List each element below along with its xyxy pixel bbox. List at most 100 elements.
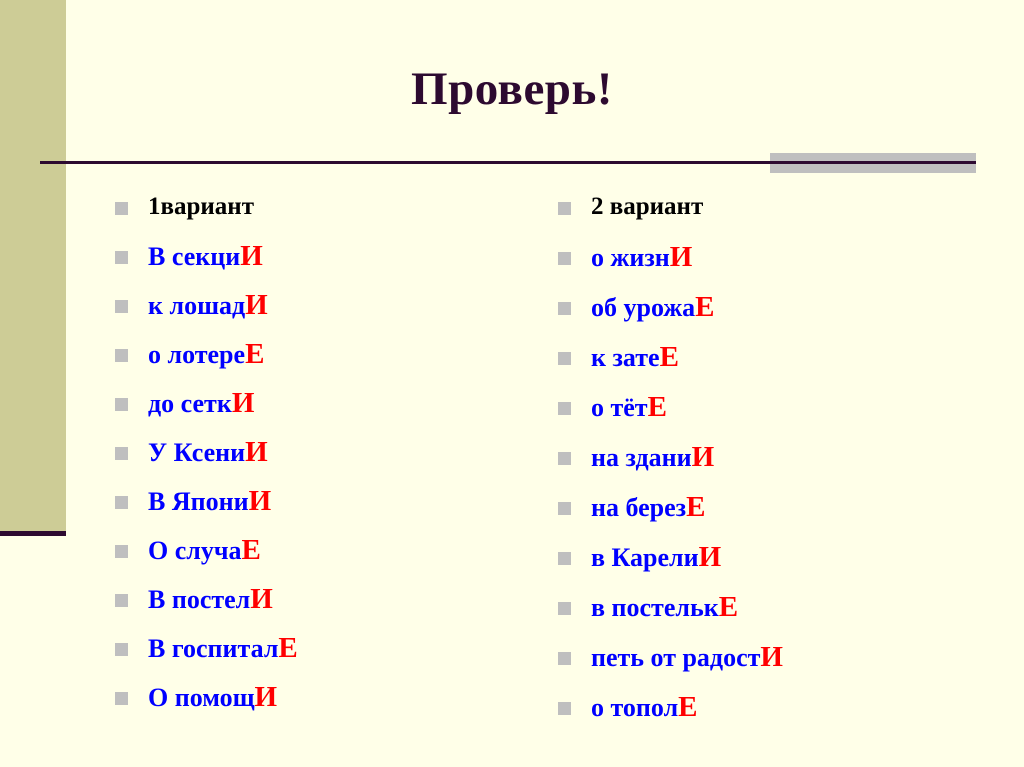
answer-phrase: о жизнИ [591, 242, 692, 273]
answer-ending-letter: Е [659, 341, 679, 373]
answer-phrase: В постелИ [148, 584, 273, 615]
answer-ending-letter: Е [245, 338, 265, 370]
answer-phrase: О помощИ [148, 682, 277, 713]
answer-ending-letter: Е [695, 291, 715, 323]
answer-ending-letter: И [250, 583, 273, 615]
bullet-row-answer: к затеЕ [558, 340, 783, 390]
slide: Проверь! 1вариант В секциИ к лошадИ о лотер… [0, 0, 1024, 767]
answer-stem: в постельк [591, 593, 719, 622]
bullet-row-answer: к лошадИ [115, 288, 298, 337]
bullet-row-answer: о жизнИ [558, 240, 783, 290]
bullet-row-answer: в постелькЕ [558, 590, 783, 640]
bullet-square-icon [115, 594, 128, 607]
answer-stem: к зате [591, 343, 660, 372]
answer-phrase: петь от радостИ [591, 642, 783, 673]
bullet-square-icon [558, 502, 571, 515]
bullet-row-answer: о тополЕ [558, 690, 783, 740]
bullet-square-icon [115, 545, 128, 558]
bullet-row-answer: в КарелиИ [558, 540, 783, 590]
answer-phrase: о тополЕ [591, 692, 698, 723]
answer-ending-letter: И [760, 641, 783, 673]
bullet-row-answer: на березЕ [558, 490, 783, 540]
answer-phrase: о тётЕ [591, 392, 667, 423]
answer-phrase: на зданиИ [591, 442, 714, 473]
bullet-row-heading: 2 вариант [558, 190, 783, 240]
answer-stem: В Япони [148, 487, 249, 516]
answer-ending-letter: И [669, 241, 693, 273]
bullet-square-icon [115, 202, 128, 215]
answer-phrase: в постелькЕ [591, 592, 738, 623]
answer-phrase: на березЕ [591, 492, 705, 523]
answer-stem: В постел [148, 585, 251, 614]
answer-ending-letter: Е [678, 691, 698, 723]
answer-ending-letter: Е [718, 591, 739, 623]
bullet-row-answer: В секциИ [115, 239, 298, 288]
bullet-square-icon [115, 251, 128, 264]
bullet-square-icon [558, 702, 571, 715]
bullet-row-answer: на зданиИ [558, 440, 783, 490]
answer-stem: о топол [591, 693, 679, 722]
answer-phrase: об урожаЕ [591, 292, 715, 323]
answer-phrase: к затеЕ [591, 342, 679, 373]
bullet-column-variant-1: 1вариант В секциИ к лошадИ о лотереЕ до сетк… [115, 190, 298, 729]
bullet-row-answer: О помощИ [115, 680, 298, 729]
bullet-square-icon [558, 352, 571, 365]
bullet-row-answer: о тётЕ [558, 390, 783, 440]
answer-phrase: В секциИ [148, 241, 263, 272]
answer-stem: об урожа [591, 293, 696, 322]
answer-stem: о тёт [591, 393, 648, 422]
answer-stem: на здани [591, 443, 692, 472]
bullet-row-answer: О случаЕ [115, 533, 298, 582]
answer-phrase: В ЯпониИ [148, 486, 271, 517]
answer-phrase: к лошадИ [148, 290, 268, 321]
bullet-square-icon [115, 692, 128, 705]
answer-ending-letter: Е [647, 391, 667, 423]
bullet-square-icon [558, 602, 571, 615]
column-heading-label: 1вариант [148, 193, 254, 220]
column-heading-label: 2 вариант [591, 193, 704, 220]
answer-stem: в Карели [591, 543, 699, 572]
bullet-row-answer: В постелИ [115, 582, 298, 631]
bullet-row-answer: петь от радостИ [558, 640, 783, 690]
bullet-column-variant-2: 2 вариант о жизнИ об урожаЕ к затеЕ о тётЕ на… [558, 190, 783, 740]
bullet-row-answer: У КсениИ [115, 435, 298, 484]
bullet-square-icon [558, 402, 571, 415]
bullet-square-icon [115, 643, 128, 656]
bullet-square-icon [115, 398, 128, 411]
bullet-columns: 1вариант В секциИ к лошадИ о лотереЕ до сетк… [0, 0, 1024, 767]
answer-ending-letter: И [245, 289, 268, 321]
answer-stem: О помощ [148, 683, 255, 712]
bullet-row-answer: об урожаЕ [558, 290, 783, 340]
bullet-square-icon [115, 496, 128, 509]
answer-stem: О случа [148, 536, 242, 565]
answer-ending-letter: И [254, 681, 278, 713]
bullet-row-answer: В ЯпониИ [115, 484, 298, 533]
answer-stem: до сетк [148, 389, 232, 418]
answer-phrase: У КсениИ [148, 437, 268, 468]
answer-stem: В госпитал [148, 634, 279, 663]
answer-stem: о жизн [591, 243, 670, 272]
bullet-square-icon [558, 452, 571, 465]
bullet-square-icon [115, 349, 128, 362]
bullet-row-answer: В госпиталЕ [115, 631, 298, 680]
answer-stem: на берез [591, 493, 687, 522]
bullet-square-icon [558, 252, 571, 265]
answer-phrase: в КарелиИ [591, 542, 721, 573]
answer-ending-letter: И [240, 240, 263, 272]
bullet-square-icon [558, 552, 571, 565]
bullet-row-heading: 1вариант [115, 190, 298, 239]
bullet-square-icon [115, 300, 128, 313]
answer-ending-letter: Е [278, 632, 298, 664]
answer-phrase: о лотереЕ [148, 339, 264, 370]
answer-ending-letter: И [231, 387, 255, 419]
answer-ending-letter: И [248, 485, 272, 517]
bullet-square-icon [558, 302, 571, 315]
answer-stem: к лошад [148, 291, 246, 320]
answer-phrase: до сеткИ [148, 388, 254, 419]
answer-phrase: О случаЕ [148, 535, 261, 566]
bullet-square-icon [115, 447, 128, 460]
answer-ending-letter: Е [686, 491, 706, 523]
bullet-square-icon [558, 652, 571, 665]
answer-stem: В секци [148, 242, 241, 271]
answer-stem: У Ксени [148, 438, 246, 467]
